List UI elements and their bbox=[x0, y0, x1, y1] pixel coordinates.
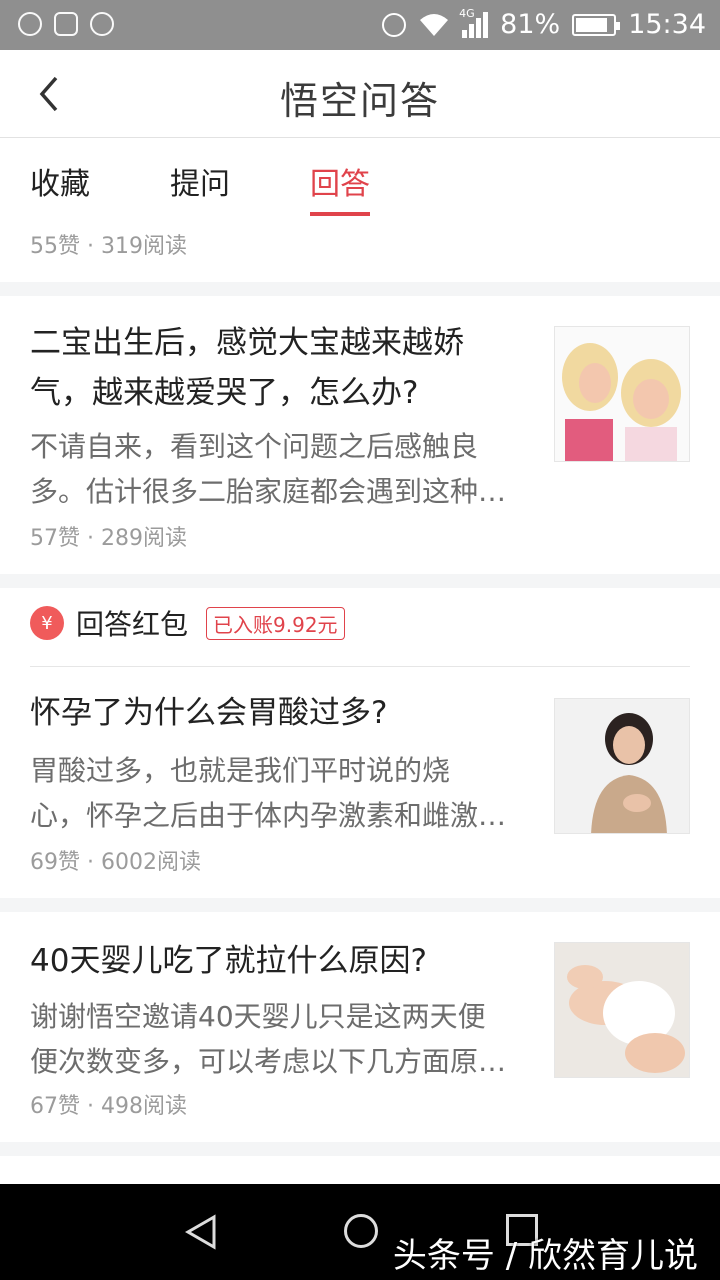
battery-percent: 81% bbox=[500, 9, 561, 40]
active-tab-indicator bbox=[310, 212, 370, 216]
network-type-label: 4G bbox=[459, 6, 475, 20]
answer-meta: 57赞 · 289阅读 bbox=[30, 526, 187, 551]
answer-snippet-line: 谢谢悟空邀请40天婴儿只是这两天便 bbox=[30, 1000, 486, 1033]
answer-meta: 69赞 · 6002阅读 bbox=[30, 850, 201, 875]
tab-answers[interactable]: 回答 bbox=[310, 159, 370, 203]
question-title[interactable]: 二宝出生后，感觉大宝越来越娇 气，越来越爱哭了，怎么办? bbox=[30, 318, 530, 418]
app-header: 悟空问答 bbox=[0, 50, 720, 138]
tab-favorites[interactable]: 收藏 bbox=[30, 159, 90, 203]
question-title[interactable]: 怀孕了为什么会胃酸过多? bbox=[30, 688, 530, 738]
signal-icon: 4G bbox=[459, 7, 489, 38]
wifi-icon bbox=[418, 12, 450, 38]
answer-snippet-line: 多。估计很多二胎家庭都会遇到这种… bbox=[30, 475, 507, 508]
answer-meta: 67赞 · 498阅读 bbox=[30, 1094, 187, 1119]
question-title[interactable]: 40天婴儿吃了就拉什么原因? bbox=[30, 936, 530, 986]
divider bbox=[30, 666, 690, 667]
two-crying-girls-image[interactable] bbox=[554, 326, 690, 462]
red-packet-badge: 已入账9.92元 bbox=[206, 606, 345, 640]
answer-snippet: 谢谢悟空邀请40天婴儿只是这两天便 便次数变多，可以考虑以下几方面原… bbox=[30, 994, 530, 1084]
red-packet-icon: ¥ bbox=[30, 606, 64, 640]
answer-card[interactable]: ¥ 回答红包 已入账9.92元 怀孕了为什么会胃酸过多? 胃酸过多，也就是我们平… bbox=[0, 588, 720, 898]
tab-bar: 收藏 提问 回答 bbox=[0, 139, 720, 219]
location-icon bbox=[18, 12, 42, 36]
alarm-icon bbox=[382, 12, 407, 37]
battery-icon bbox=[572, 13, 621, 36]
back-triangle-icon[interactable] bbox=[184, 1214, 220, 1254]
red-packet-label: 回答红包 bbox=[76, 608, 189, 641]
pregnant-woman-image[interactable] bbox=[554, 698, 690, 834]
tab-questions[interactable]: 提问 bbox=[170, 159, 230, 203]
answer-snippet-line: 心，怀孕之后由于体内孕激素和雌激… bbox=[30, 799, 507, 832]
question-title-line: 二宝出生后，感觉大宝越来越娇 bbox=[30, 325, 464, 361]
home-circle-icon[interactable] bbox=[344, 1214, 378, 1248]
section-divider bbox=[0, 898, 720, 912]
answer-snippet: 胃酸过多，也就是我们平时说的烧 心，怀孕之后由于体内孕激素和雌激… bbox=[30, 748, 530, 838]
red-packet-row: ¥ 回答红包 已入账9.92元 bbox=[30, 596, 345, 650]
image-icon bbox=[54, 12, 78, 36]
answer-snippet: 不请自来，看到这个问题之后感触良 多。估计很多二胎家庭都会遇到这种… bbox=[30, 424, 530, 514]
answer-snippet-line: 便次数变多，可以考虑以下几方面原… bbox=[30, 1045, 507, 1078]
watermark: 头条号 / 欣然育儿说 bbox=[392, 1236, 698, 1276]
baby-diaper-image[interactable] bbox=[554, 942, 690, 1078]
answer-meta: 55赞 · 319阅读 bbox=[30, 234, 187, 259]
answer-snippet-line: 胃酸过多，也就是我们平时说的烧 bbox=[30, 754, 451, 787]
answer-snippet-line: 不请自来，看到这个问题之后感触良 bbox=[30, 430, 479, 463]
page-title: 悟空问答 bbox=[279, 79, 440, 123]
settings-icon bbox=[90, 12, 114, 36]
answer-card[interactable]: 40天婴儿吃了就拉什么原因? 谢谢悟空邀请40天婴儿只是这两天便 便次数变多，可… bbox=[0, 912, 720, 1142]
section-divider bbox=[0, 282, 720, 296]
answer-card[interactable]: 二宝出生后，感觉大宝越来越娇 气，越来越爱哭了，怎么办? 不请自来，看到这个问题… bbox=[0, 296, 720, 574]
clock-time: 15:34 bbox=[628, 9, 706, 40]
section-divider bbox=[0, 1142, 720, 1156]
question-title-line: 气，越来越爱哭了，怎么办? bbox=[30, 375, 419, 411]
status-bar: 4G 81% 15:34 bbox=[0, 0, 720, 50]
section-divider bbox=[0, 574, 720, 588]
